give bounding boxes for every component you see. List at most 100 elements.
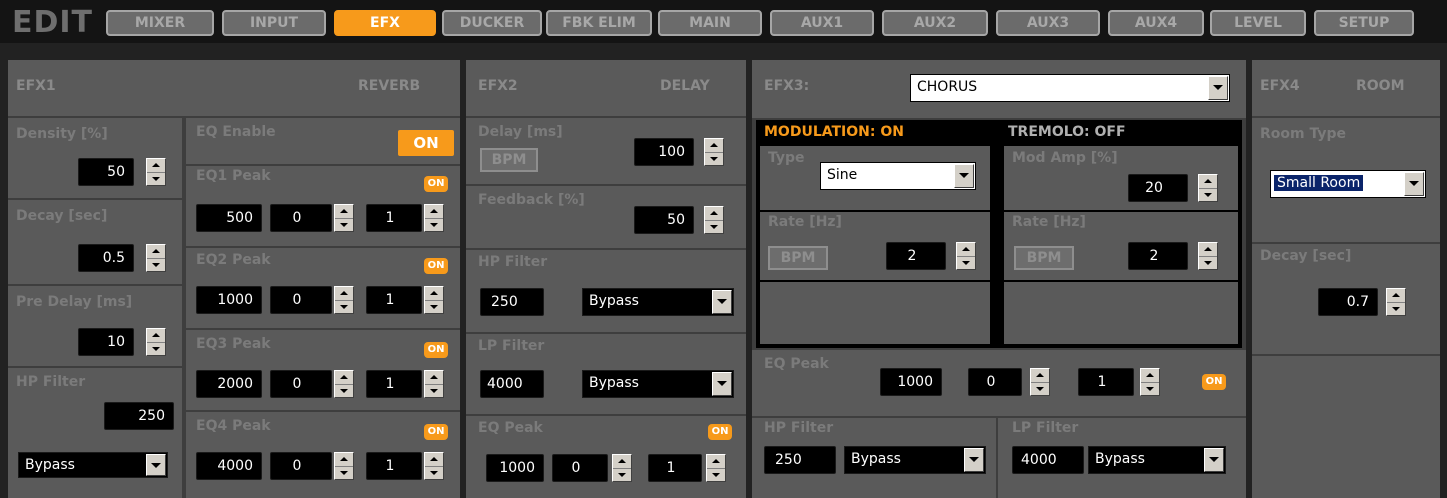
efx1-eq2-gain[interactable]: 0 bbox=[270, 286, 332, 314]
efx2-eq-q[interactable]: 1 bbox=[648, 454, 702, 482]
efx2-eq-q-stepper[interactable] bbox=[706, 454, 726, 482]
efx1-eq3-gain-stepper[interactable] bbox=[334, 370, 354, 398]
efx1-eq4-q-stepper[interactable] bbox=[424, 452, 444, 480]
tab-efx[interactable]: EFX bbox=[334, 10, 436, 36]
efx2-feedback-stepper[interactable] bbox=[704, 206, 724, 234]
efx3-hp-input[interactable]: 250 bbox=[764, 446, 836, 474]
efx3-trem-amp-stepper[interactable] bbox=[1198, 174, 1218, 202]
efx3-trem-header: TREMOLO: OFF bbox=[1008, 124, 1126, 140]
efx1-eq1-freq[interactable]: 500 bbox=[196, 204, 262, 232]
tab-aux4[interactable]: AUX4 bbox=[1108, 10, 1204, 36]
tab-level[interactable]: LEVEL bbox=[1210, 10, 1306, 36]
efx3-eq-gain[interactable]: 0 bbox=[968, 368, 1022, 396]
efx1-predelay-input[interactable]: 10 bbox=[78, 328, 134, 356]
edit-title: EDIT bbox=[12, 5, 94, 40]
efx1-decay-label: Decay [sec] bbox=[16, 208, 108, 224]
tab-aux2[interactable]: AUX2 bbox=[882, 10, 988, 36]
efx2-hp-mode-select[interactable]: Bypass bbox=[582, 288, 734, 316]
tab-fbk-elim[interactable]: FBK ELIM bbox=[546, 10, 652, 36]
efx3-eq-gain-stepper[interactable] bbox=[1030, 368, 1050, 396]
efx2-eq-toggle[interactable]: ON bbox=[708, 424, 732, 440]
efx3-mod-type-select[interactable]: Sine bbox=[820, 162, 976, 190]
efx3-trem-rate-input[interactable]: 2 bbox=[1128, 242, 1188, 270]
tab-setup[interactable]: SETUP bbox=[1314, 10, 1414, 36]
efx3-type-select[interactable]: CHORUS bbox=[910, 74, 1230, 102]
efx3-eq-q[interactable]: 1 bbox=[1078, 368, 1134, 396]
efx1-predelay-stepper[interactable] bbox=[146, 328, 166, 356]
efx4-decay-input[interactable]: 0.7 bbox=[1318, 288, 1378, 316]
efx1-eq-enable-toggle[interactable]: ON bbox=[398, 130, 454, 156]
chevron-down-icon[interactable] bbox=[954, 164, 974, 188]
chevron-down-icon[interactable] bbox=[1204, 448, 1224, 472]
tab-aux3[interactable]: AUX3 bbox=[996, 10, 1100, 36]
efx3-lp-input[interactable]: 4000 bbox=[1012, 446, 1084, 474]
efx1-eq1-q-stepper[interactable] bbox=[424, 204, 444, 232]
efx1-eq2-toggle[interactable]: ON bbox=[424, 258, 448, 274]
efx1-eq4-freq[interactable]: 4000 bbox=[196, 452, 262, 480]
efx3-eq-freq[interactable]: 1000 bbox=[880, 368, 942, 396]
efx2-lp-input[interactable]: 4000 bbox=[480, 370, 544, 398]
efx3-hp-mode-select[interactable]: Bypass bbox=[844, 446, 986, 474]
efx1-eq1-gain[interactable]: 0 bbox=[270, 204, 332, 232]
efx3-name: EFX3: bbox=[764, 78, 810, 94]
efx1-eq4-q[interactable]: 1 bbox=[366, 452, 422, 480]
efx3-lp-label: LP Filter bbox=[1012, 420, 1079, 436]
chevron-down-icon[interactable] bbox=[712, 372, 732, 396]
efx1-hp-input[interactable]: 250 bbox=[104, 402, 174, 430]
efx1-eq4-gain[interactable]: 0 bbox=[270, 452, 332, 480]
chevron-down-icon[interactable] bbox=[1208, 76, 1228, 100]
tab-mixer[interactable]: MIXER bbox=[106, 10, 214, 36]
efx1-density-stepper[interactable] bbox=[146, 158, 166, 186]
efx1-eq1-label: EQ1 Peak bbox=[196, 168, 271, 184]
efx3-trem-amp-input[interactable]: 20 bbox=[1128, 174, 1188, 202]
efx1-eq2-gain-stepper[interactable] bbox=[334, 286, 354, 314]
efx2-bpm-button[interactable]: BPM bbox=[480, 148, 538, 172]
efx1-eq3-q[interactable]: 1 bbox=[366, 370, 422, 398]
efx4-decay-stepper[interactable] bbox=[1386, 288, 1406, 316]
efx3-lp-mode-select[interactable]: Bypass bbox=[1088, 446, 1226, 474]
efx1-eq1-gain-stepper[interactable] bbox=[334, 204, 354, 232]
efx3-mod-rate-input[interactable]: 2 bbox=[886, 242, 946, 270]
efx2-eq-gain[interactable]: 0 bbox=[552, 454, 608, 482]
efx1-eq3-q-stepper[interactable] bbox=[424, 370, 444, 398]
chevron-down-icon[interactable] bbox=[146, 454, 166, 476]
chevron-down-icon[interactable] bbox=[712, 290, 732, 314]
chevron-down-icon[interactable] bbox=[1404, 172, 1424, 196]
efx2-delay-input[interactable]: 100 bbox=[634, 138, 694, 166]
efx1-eq4-gain-stepper[interactable] bbox=[334, 452, 354, 480]
efx1-eq2-freq[interactable]: 1000 bbox=[196, 286, 262, 314]
efx3-eq-toggle[interactable]: ON bbox=[1202, 374, 1226, 390]
efx1-eq2-q[interactable]: 1 bbox=[366, 286, 422, 314]
efx2-eq-freq[interactable]: 1000 bbox=[486, 454, 544, 482]
efx1-eq3-toggle[interactable]: ON bbox=[424, 342, 448, 358]
efx2-eq-gain-stepper[interactable] bbox=[612, 454, 632, 482]
efx1-eq2-q-stepper[interactable] bbox=[424, 286, 444, 314]
efx1-eq1-toggle[interactable]: ON bbox=[424, 176, 448, 192]
efx1-eq4-toggle[interactable]: ON bbox=[424, 424, 448, 440]
efx2-delay-stepper[interactable] bbox=[704, 138, 724, 166]
efx3-mod-bpm-button[interactable]: BPM bbox=[768, 246, 828, 270]
efx1-decay-stepper[interactable] bbox=[146, 244, 166, 272]
efx1-eq3-gain[interactable]: 0 bbox=[270, 370, 332, 398]
efx2-lp-mode-select[interactable]: Bypass bbox=[582, 370, 734, 398]
efx3-trem-bpm-button[interactable]: BPM bbox=[1014, 246, 1074, 270]
efx1-eq3-freq[interactable]: 2000 bbox=[196, 370, 262, 398]
efx3-trem-rate-stepper[interactable] bbox=[1198, 242, 1218, 270]
efx1-eq3-label: EQ3 Peak bbox=[196, 336, 271, 352]
tab-aux1[interactable]: AUX1 bbox=[770, 10, 874, 36]
tab-input[interactable]: INPUT bbox=[222, 10, 326, 36]
efx4-room-type-select[interactable]: Small Room bbox=[1270, 170, 1426, 198]
tab-main[interactable]: MAIN bbox=[658, 10, 762, 36]
efx1-decay-input[interactable]: 0.5 bbox=[78, 244, 134, 272]
efx1-eq1-q[interactable]: 1 bbox=[366, 204, 422, 232]
efx2-feedback-input[interactable]: 50 bbox=[634, 206, 694, 234]
efx3-mod-rate-stepper[interactable] bbox=[956, 242, 976, 270]
efx2-hp-input[interactable]: 250 bbox=[480, 288, 544, 316]
efx3-eq-q-stepper[interactable] bbox=[1140, 368, 1160, 396]
efx1-density-input[interactable]: 50 bbox=[78, 158, 134, 186]
chevron-down-icon[interactable] bbox=[964, 448, 984, 472]
efx3-mod-header: MODULATION: ON bbox=[764, 124, 904, 140]
tab-ducker[interactable]: DUCKER bbox=[442, 10, 542, 36]
efx1-hp-mode-select[interactable]: Bypass bbox=[18, 452, 168, 478]
efx3-trem-amp-label: Mod Amp [%] bbox=[1012, 150, 1118, 166]
